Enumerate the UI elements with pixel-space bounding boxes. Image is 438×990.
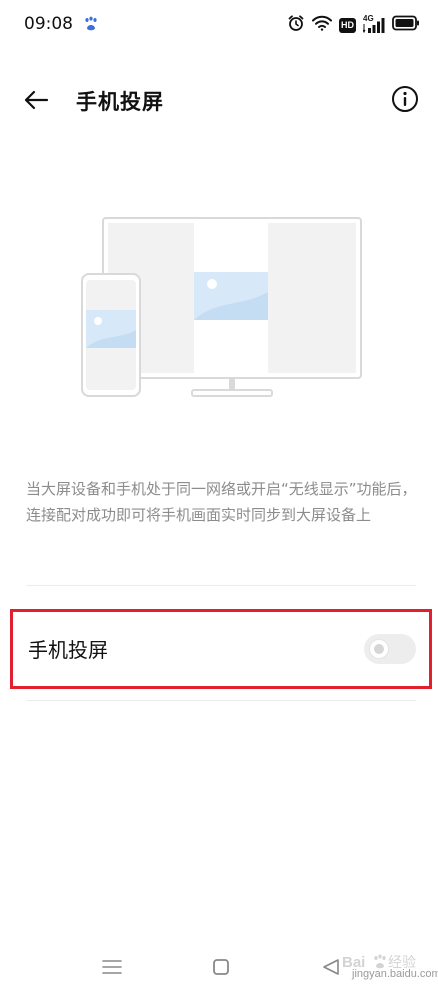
info-icon	[392, 86, 418, 112]
wifi-icon	[312, 15, 332, 35]
alarm-icon	[287, 14, 305, 36]
menu-icon[interactable]	[101, 957, 123, 981]
screen-cast-toggle[interactable]	[364, 634, 416, 664]
home-square-icon[interactable]	[211, 957, 231, 981]
app-header: 手机投屏	[0, 78, 438, 122]
back-button[interactable]	[20, 86, 52, 114]
toggle-knob	[370, 640, 388, 658]
baidu-paw-icon	[84, 16, 98, 36]
screen-cast-setting-row[interactable]: 手机投屏	[10, 609, 432, 689]
phone-to-tv-cast-illustration	[76, 212, 368, 408]
back-triangle-icon[interactable]	[320, 957, 342, 981]
4g-signal-icon: 4G	[363, 14, 385, 34]
hd-icon: HD	[339, 17, 356, 33]
battery-icon	[392, 15, 420, 35]
info-button[interactable]	[390, 84, 420, 114]
setting-label: 手机投屏	[28, 638, 108, 662]
status-bar: 09:08 HD 4G	[0, 0, 438, 50]
watermark-url: jingyan.baidu.com	[352, 968, 438, 980]
page-title: 手机投屏	[76, 90, 164, 114]
status-time: 09:08	[24, 14, 73, 34]
description-text: 当大屏设备和手机处于同一网络或开启“无线显示”功能后，连接配对成功即可将手机画面…	[26, 480, 417, 524]
status-icons: HD 4G	[287, 14, 420, 36]
divider	[26, 585, 416, 586]
divider	[26, 700, 416, 701]
arrow-left-icon	[24, 90, 49, 110]
